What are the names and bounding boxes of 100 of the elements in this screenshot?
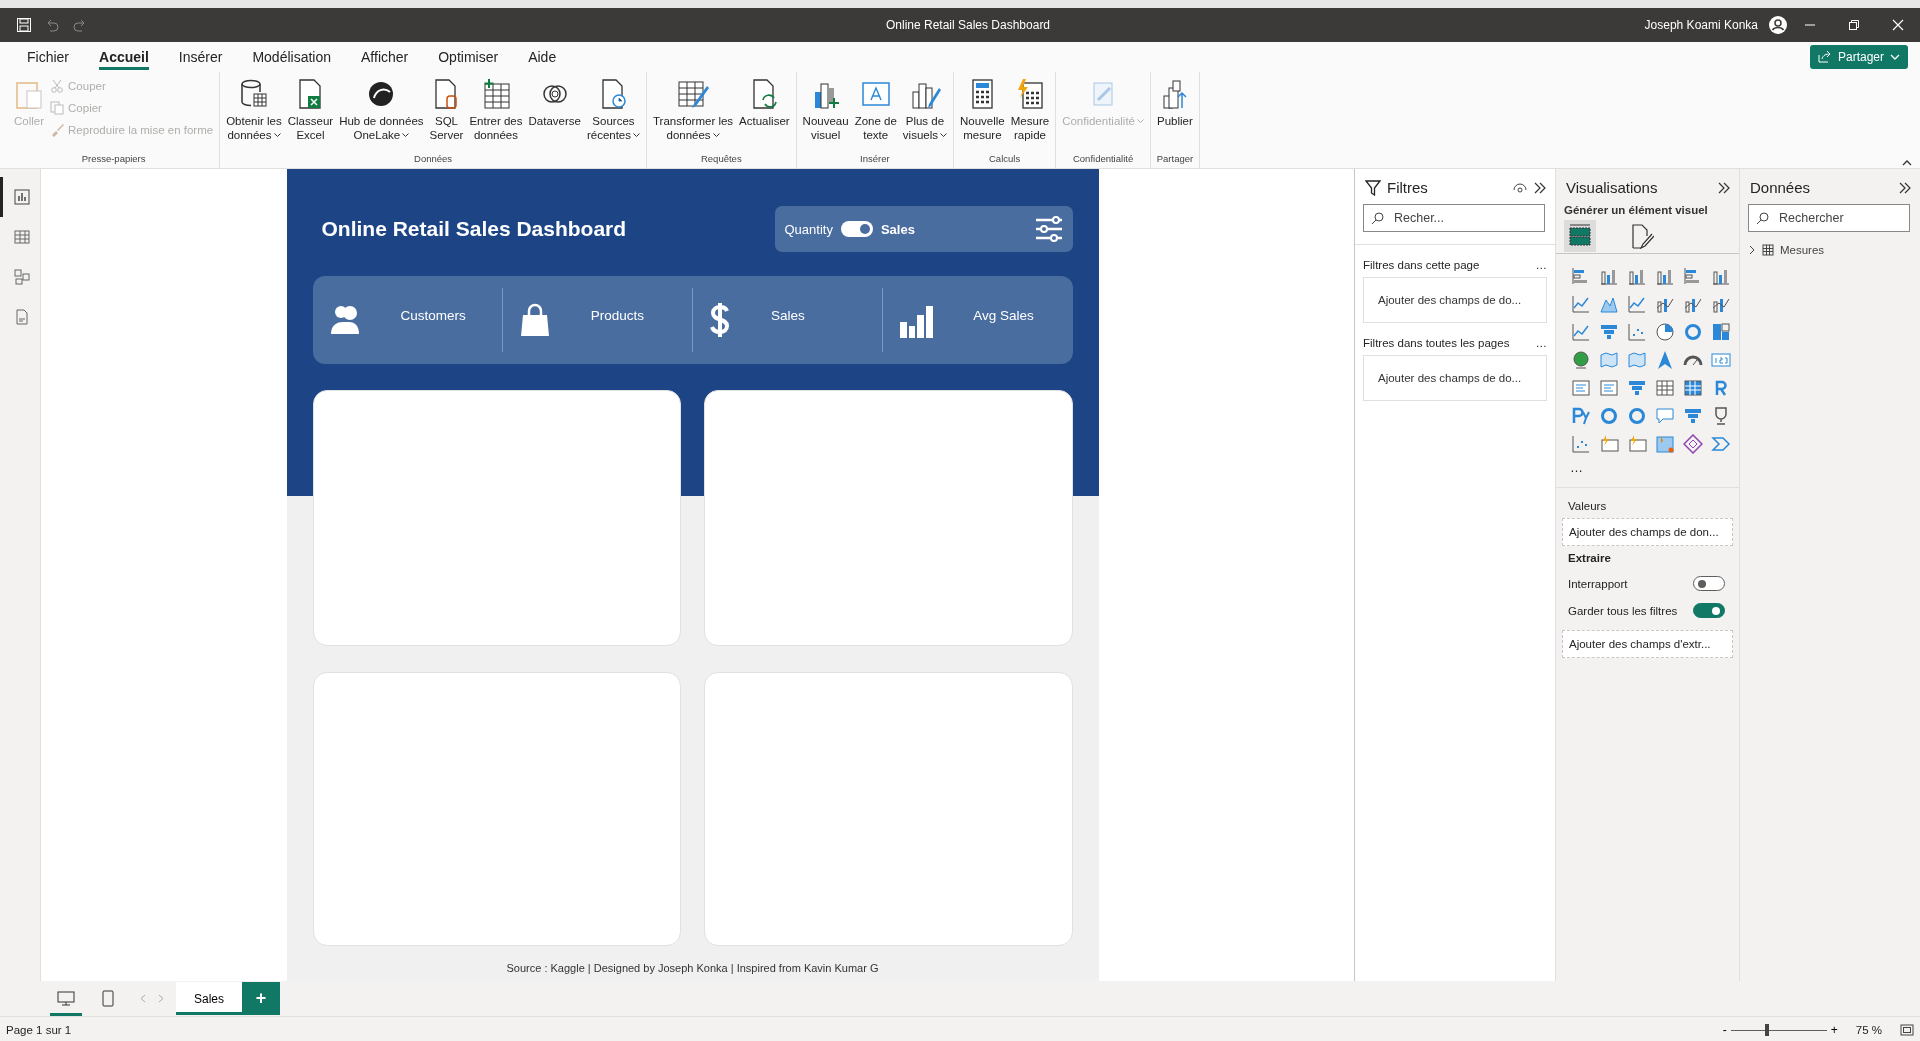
search-icon bbox=[1371, 212, 1384, 225]
ribbon-button[interactable]: Sources récentes bbox=[584, 76, 642, 144]
toggle-switch[interactable] bbox=[1693, 603, 1725, 618]
ribbon-button[interactable]: Zone de texte bbox=[852, 76, 899, 144]
collapse-pane-icon bbox=[1898, 181, 1912, 194]
table-tree-item[interactable]: Mesures bbox=[1740, 232, 1920, 268]
toggle-label: Sales bbox=[880, 221, 915, 237]
kpi-label: Sales bbox=[771, 307, 805, 323]
ribbon-group-label: Calculs bbox=[988, 152, 1022, 166]
menu-tab[interactable]: Afficher bbox=[346, 42, 424, 72]
eye-icon bbox=[1513, 182, 1527, 193]
filter-drop-zone[interactable]: Ajouter des champs de do... bbox=[1363, 277, 1547, 323]
phone-icon bbox=[102, 990, 114, 1007]
funnel-chart-icon bbox=[1683, 406, 1703, 426]
people-icon bbox=[328, 304, 361, 336]
ribbon-group-label: Données bbox=[413, 152, 454, 166]
map-icon bbox=[1627, 350, 1647, 370]
dashboard-title: Online Retail Sales Dashboard bbox=[320, 217, 627, 241]
avatar-icon bbox=[1768, 15, 1788, 35]
ribbon-button[interactable]: Publier bbox=[1155, 76, 1195, 130]
number-card-icon bbox=[1711, 350, 1731, 370]
pane-subtitle: Générer un élément visuel bbox=[1563, 204, 1709, 216]
funnel-chart-icon bbox=[1627, 378, 1647, 398]
database-icon bbox=[238, 78, 269, 110]
ribbon-button[interactable]: Actualiser bbox=[737, 76, 792, 130]
ribbon-button[interactable]: Nouveau visuel bbox=[800, 76, 851, 144]
pane-title: Filtres bbox=[1387, 179, 1429, 196]
kpi-label: Avg Sales bbox=[973, 307, 1034, 323]
map-icon bbox=[1599, 350, 1619, 370]
ribbon-button[interactable]: Transformer les données bbox=[651, 76, 736, 144]
donut-chart-icon bbox=[1599, 406, 1619, 426]
menu-tab[interactable]: Fichier bbox=[12, 42, 84, 72]
ribbon-group-label: Partager bbox=[1155, 152, 1195, 166]
ribbon-group-label: Confidentialité bbox=[1071, 152, 1135, 166]
table-icon bbox=[1683, 378, 1703, 398]
metric-switch[interactable] bbox=[840, 221, 873, 237]
build-tab[interactable] bbox=[1564, 220, 1596, 252]
drillthrough-drop-zone[interactable]: Ajouter des champs d'extr... bbox=[1562, 630, 1733, 658]
user-name: Joseph Koami Konka bbox=[1644, 18, 1758, 32]
zoom-slider[interactable] bbox=[1730, 1024, 1827, 1036]
toggle-switch[interactable] bbox=[1693, 576, 1725, 591]
restore-icon bbox=[1849, 20, 1859, 30]
python-icon bbox=[1571, 406, 1591, 426]
source-note: Source : Kaggle | Designed by Joseph Konka | Inspired from Kavin Kumar G bbox=[505, 962, 880, 974]
chevron-shape-icon bbox=[1711, 434, 1731, 454]
scissors-icon bbox=[50, 79, 65, 93]
line-chart-icon bbox=[1571, 322, 1591, 342]
collapse-icon[interactable] bbox=[1902, 159, 1912, 166]
pane-title: Visualisations bbox=[1566, 179, 1659, 196]
toggle-label: Quantity bbox=[784, 221, 833, 237]
close-icon bbox=[1892, 19, 1904, 31]
zoom-level: 75 % bbox=[1855, 1024, 1882, 1036]
diamond-icon bbox=[1683, 434, 1703, 454]
lightning-card-icon bbox=[1627, 434, 1647, 454]
more-options[interactable]: … bbox=[1535, 259, 1547, 271]
pie-chart-icon bbox=[1655, 322, 1675, 342]
ribbon-button[interactable]: Dataverse bbox=[526, 76, 583, 130]
arrow-icon bbox=[1655, 350, 1675, 370]
report-view-icon bbox=[13, 189, 30, 205]
page-tab[interactable]: Sales bbox=[176, 982, 243, 1015]
caret-icon bbox=[1890, 53, 1900, 61]
ribbon-button[interactable]: Classeur Excel bbox=[285, 76, 336, 144]
dollar-icon bbox=[709, 302, 731, 338]
menu-tab[interactable]: Optimiser bbox=[423, 42, 514, 72]
ribbon-button[interactable]: SQL Server bbox=[427, 76, 466, 144]
ribbon-button[interactable]: Plus de visuels bbox=[900, 76, 949, 144]
ribbon-group-label: Presse-papiers bbox=[80, 152, 147, 166]
map-pin-icon bbox=[1655, 434, 1675, 454]
ribbon-button[interactable]: Nouvelle mesure bbox=[958, 76, 1007, 144]
table-icon bbox=[1655, 378, 1675, 398]
more-visuals[interactable]: … bbox=[1556, 454, 1739, 481]
share-button[interactable]: Partager bbox=[1809, 45, 1908, 69]
ribbon-button[interactable]: Entrer des données bbox=[467, 76, 525, 144]
search-field[interactable]: Recher... bbox=[1363, 204, 1545, 232]
ribbon-button[interactable]: Mesure rapide bbox=[1008, 76, 1052, 144]
line-chart-icon bbox=[1627, 294, 1647, 314]
table-icon bbox=[1762, 244, 1774, 256]
toggle-label: Garder tous les filtres bbox=[1568, 604, 1678, 617]
save-icon bbox=[16, 17, 32, 33]
zoom-out-button[interactable]: - bbox=[1718, 1023, 1731, 1037]
document-icon bbox=[13, 309, 30, 325]
values-drop-zone[interactable]: Ajouter des champs de don... bbox=[1562, 518, 1733, 546]
sliders-icon bbox=[1034, 216, 1063, 242]
copy-icon bbox=[50, 101, 65, 115]
pane-title: Données bbox=[1750, 179, 1812, 196]
menu-tab[interactable]: Modélisation bbox=[237, 42, 346, 72]
section-title: Filtres dans toutes les pages bbox=[1363, 337, 1510, 349]
collapse-pane-icon bbox=[1717, 181, 1731, 194]
shopping-bag-icon bbox=[518, 303, 551, 337]
zoom-in-button[interactable]: + bbox=[1826, 1023, 1842, 1037]
search-field[interactable]: Rechercher bbox=[1748, 204, 1910, 232]
more-options[interactable]: … bbox=[1535, 337, 1547, 349]
add-page-button[interactable]: + bbox=[242, 982, 281, 1015]
menu-tab[interactable]: Insérer bbox=[163, 42, 238, 72]
menu-tab[interactable]: Aide bbox=[513, 42, 572, 72]
search-icon bbox=[1756, 212, 1769, 225]
ribbon-button[interactable]: Hub de données OneLake bbox=[337, 76, 426, 144]
filter-drop-zone[interactable]: Ajouter des champs de do... bbox=[1363, 355, 1547, 401]
ribbon-button[interactable]: Obtenir les données bbox=[224, 76, 284, 144]
page-indicator: Page 1 sur 1 bbox=[6, 1024, 72, 1036]
